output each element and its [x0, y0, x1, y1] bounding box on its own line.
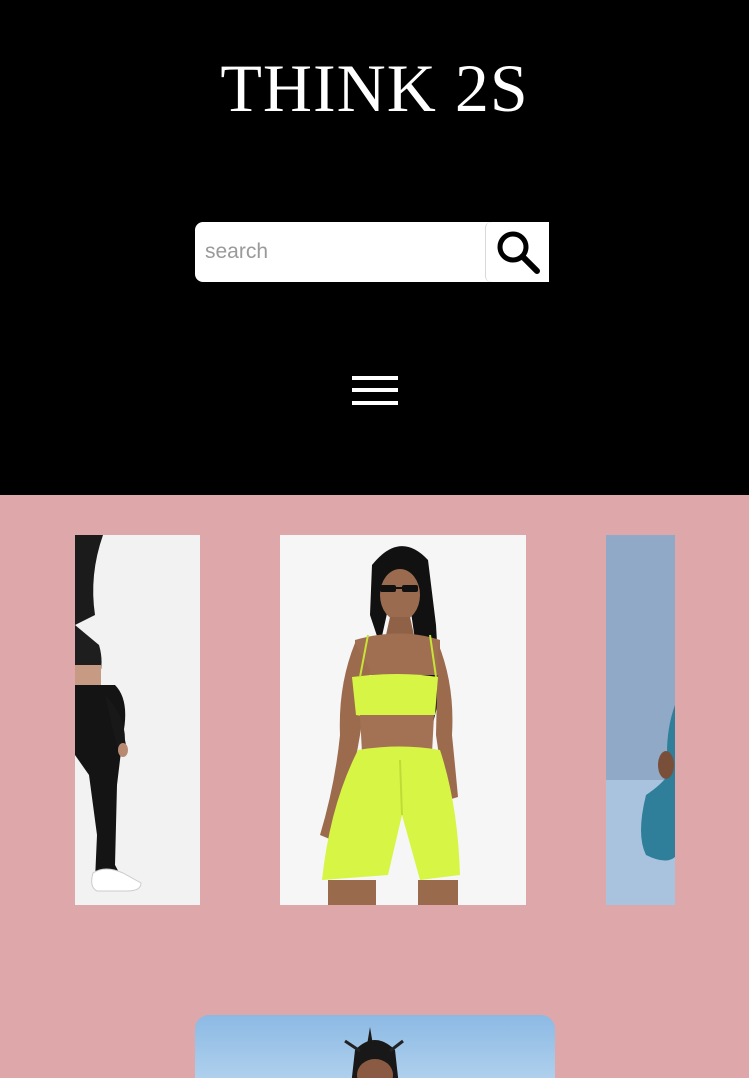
search-input[interactable] [195, 222, 490, 282]
brand-logo[interactable]: THINK 2S [0, 48, 749, 128]
site-header: THINK 2S [0, 0, 749, 495]
black-activewear-image [75, 535, 200, 905]
hamburger-menu-icon[interactable] [352, 374, 400, 408]
menu-bar-bottom [352, 401, 398, 405]
product-carousel-section [0, 495, 749, 1078]
menu-bar-middle [352, 388, 398, 392]
teal-leggings-image [606, 535, 675, 905]
search-icon [497, 231, 540, 274]
teal-leggings-slide[interactable] [606, 535, 675, 905]
neon-biker-set-image [280, 535, 526, 905]
sky-photo-image [195, 1015, 555, 1078]
neon-biker-set-slide[interactable] [280, 535, 526, 905]
sky-photo-card[interactable] [195, 1015, 555, 1078]
menu-bar-top [352, 376, 398, 380]
search-bar [195, 222, 549, 282]
black-activewear-slide[interactable] [75, 535, 200, 905]
search-button[interactable] [485, 222, 549, 282]
